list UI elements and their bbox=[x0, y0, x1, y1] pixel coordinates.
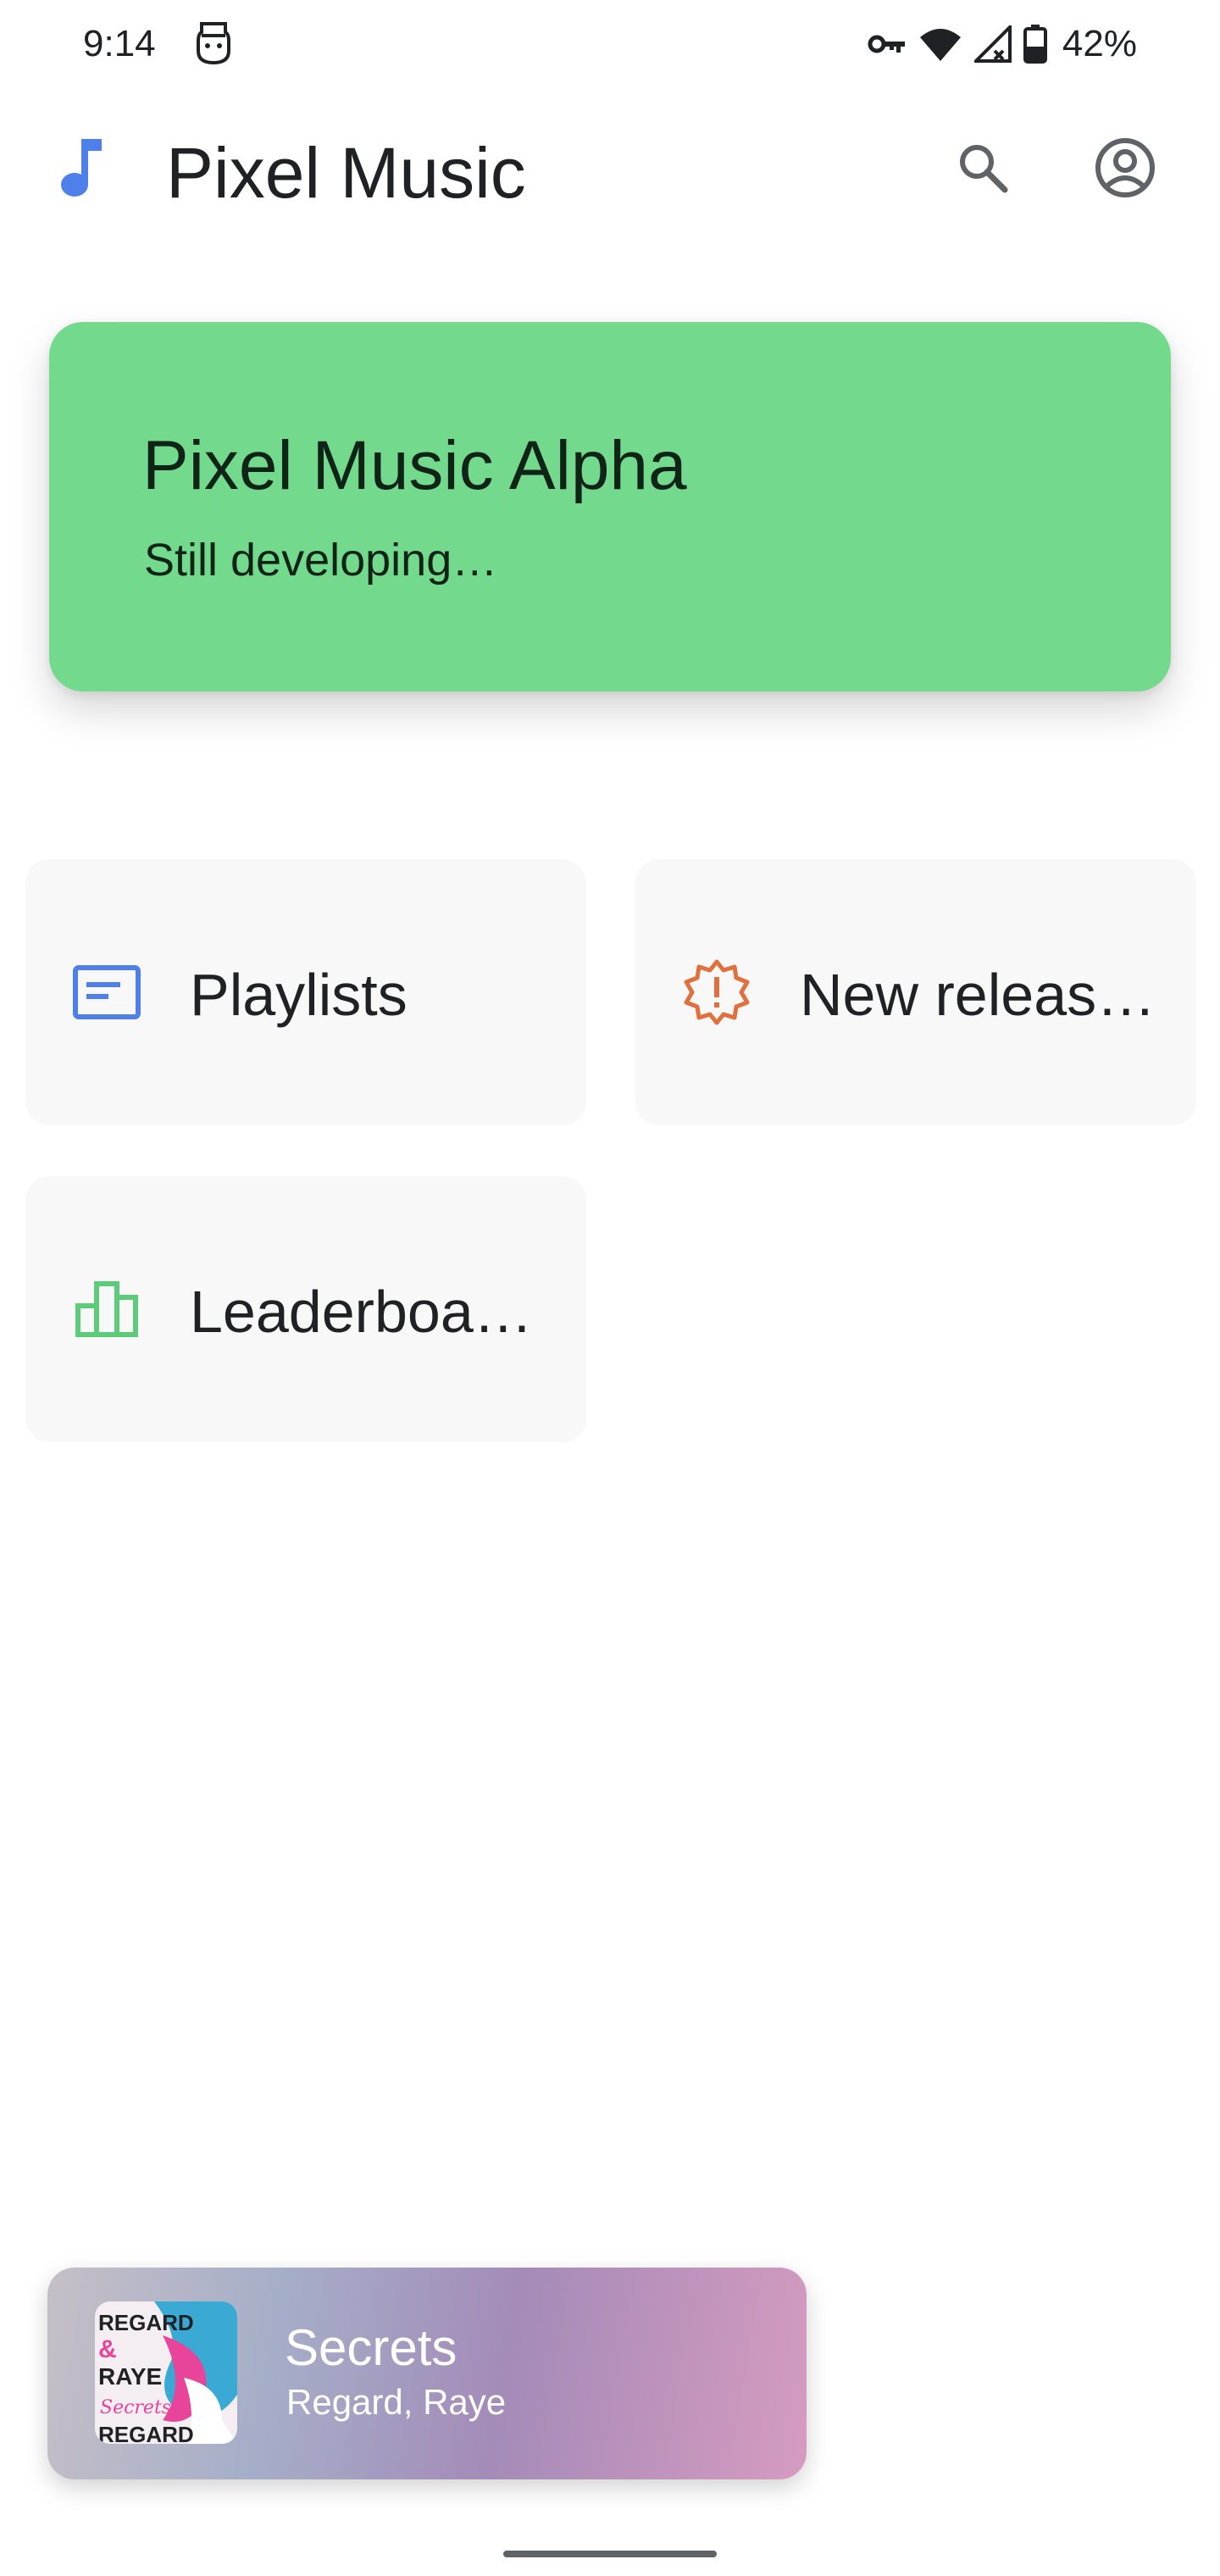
app-bar: Pixel Music bbox=[0, 110, 1220, 225]
album-art: REGARD & RAYE Secrets REGARD bbox=[95, 2301, 237, 2444]
face-icon bbox=[197, 22, 230, 65]
mini-player[interactable]: REGARD & RAYE Secrets REGARD Secrets Reg… bbox=[47, 2268, 807, 2479]
banner-subtitle: Still developing… bbox=[144, 535, 498, 586]
search-button[interactable] bbox=[942, 127, 1023, 208]
banner-title: Pixel Music Alpha bbox=[142, 427, 687, 504]
new-releases-label: New releas… bbox=[800, 962, 1156, 1028]
search-icon bbox=[960, 145, 1008, 193]
gesture-navigation-bar[interactable] bbox=[503, 2551, 717, 2557]
playlist-icon bbox=[73, 958, 141, 1026]
playlists-label: Playlists bbox=[190, 962, 408, 1028]
album-art-text: RAYE bbox=[98, 2363, 162, 2390]
app-title: Pixel Music bbox=[166, 133, 526, 213]
leaderboard-tile[interactable]: Leaderboa… bbox=[25, 1176, 586, 1442]
pixel-music-home-screen: 9:14 42% Pixel Music Pixel Music Alpha S… bbox=[0, 0, 1220, 2576]
no-signal-icon bbox=[973, 25, 1012, 63]
album-art-text: & bbox=[98, 2335, 117, 2363]
album-art-text: REGARD bbox=[98, 2310, 194, 2335]
music-note-icon bbox=[61, 139, 102, 197]
status-right-icons: 42% bbox=[868, 19, 1137, 69]
alpha-banner-card: Pixel Music Alpha Still developing… bbox=[49, 322, 1171, 691]
track-artist: Regard, Raye bbox=[286, 2382, 507, 2422]
battery-icon bbox=[1023, 25, 1047, 64]
new-releases-icon bbox=[683, 958, 751, 1026]
wifi-icon bbox=[919, 29, 961, 61]
playlists-tile[interactable]: Playlists bbox=[25, 859, 586, 1125]
status-bar: 9:14 42% bbox=[0, 0, 1220, 88]
battery-percentage: 42% bbox=[1062, 23, 1137, 64]
status-time: 9:14 bbox=[83, 23, 156, 64]
album-art-text: Secrets bbox=[100, 2397, 171, 2418]
leaderboard-icon bbox=[73, 1275, 141, 1343]
account-circle-icon bbox=[1095, 138, 1155, 197]
leaderboard-label: Leaderboa… bbox=[190, 1279, 533, 1345]
album-art-text: REGARD bbox=[98, 2422, 194, 2444]
new-releases-tile[interactable]: New releas… bbox=[635, 859, 1196, 1125]
account-button[interactable] bbox=[1084, 127, 1166, 208]
track-title: Secrets bbox=[285, 2319, 458, 2376]
vpn-key-icon bbox=[868, 35, 905, 53]
